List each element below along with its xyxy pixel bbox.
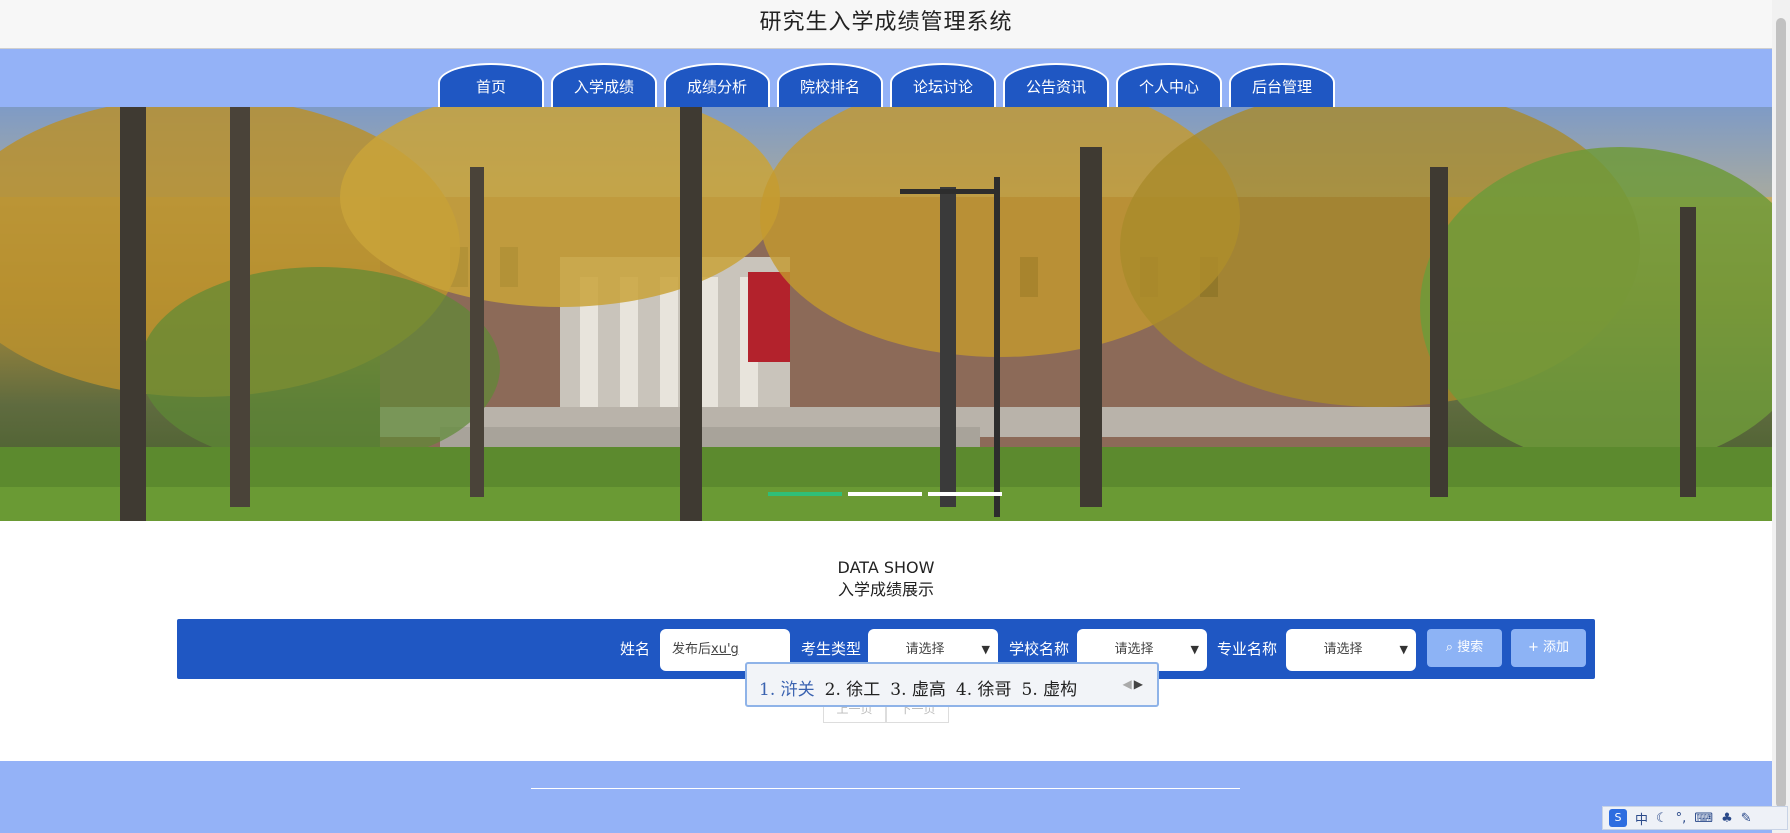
school-select-value: 请选择 (1114, 642, 1154, 657)
nav-tabs: 首页 入学成绩 成绩分析 院校排名 论坛讨论 公告资讯 个人中心 后台管理 (438, 63, 1335, 107)
ime-next-page-icon[interactable]: ▶ (1134, 677, 1143, 691)
add-button-label: 添加 (1543, 640, 1570, 655)
ime-candidate-list: 1. 浒关 2. 徐工 3. 虚高 4. 徐哥 5. 虚构 (759, 675, 1077, 700)
punctuation-icon[interactable]: °, (1676, 811, 1687, 826)
nav-tab-score-analysis[interactable]: 成绩分析 (664, 63, 770, 107)
exam-type-label: 考生类型 (801, 640, 862, 658)
chevron-down-icon: ▼ (1399, 643, 1408, 656)
search-button-label: 搜索 (1457, 640, 1484, 655)
chevron-down-icon: ▼ (1190, 643, 1199, 656)
ime-candidate-1[interactable]: 1. 浒关 (759, 675, 815, 700)
carousel-dot-1[interactable] (768, 492, 842, 496)
ime-candidate-popup: 1. 浒关 2. 徐工 3. 虚高 4. 徐哥 5. 虚构 ◀ ▶ (745, 662, 1159, 707)
ime-candidate-4[interactable]: 4. 徐哥 (956, 675, 1012, 700)
ime-page-arrows: ◀ ▶ (1121, 677, 1143, 691)
name-label: 姓名 (620, 640, 651, 658)
section-title-en: DATA SHOW (837, 558, 935, 577)
section-title-cn: 入学成绩展示 (837, 580, 934, 599)
ime-candidate-2[interactable]: 2. 徐工 (825, 675, 881, 700)
carousel-dot-2[interactable] (848, 492, 922, 496)
nav-tab-admin[interactable]: 后台管理 (1229, 63, 1335, 107)
nav-tab-school-ranking[interactable]: 院校排名 (777, 63, 883, 107)
ime-prev-page-icon[interactable]: ◀ (1123, 677, 1132, 691)
plus-icon: + (1527, 640, 1539, 655)
footer-divider (531, 788, 1240, 789)
major-select[interactable]: 请选择 ▼ (1286, 629, 1416, 671)
major-label: 专业名称 (1217, 640, 1278, 658)
name-input-value: 发布后 (672, 642, 712, 657)
ime-logo-icon[interactable]: S (1609, 809, 1627, 827)
ime-mode-toggle[interactable]: 中 (1635, 809, 1648, 828)
nav-tab-forum[interactable]: 论坛讨论 (890, 63, 996, 107)
banner-image (0, 107, 1772, 521)
search-button[interactable]: ⌕ 搜索 (1427, 629, 1502, 667)
navbar: 首页 入学成绩 成绩分析 院校排名 论坛讨论 公告资讯 个人中心 后台管理 (0, 49, 1772, 107)
nav-tab-news[interactable]: 公告资讯 (1003, 63, 1109, 107)
nav-tab-home[interactable]: 首页 (438, 63, 544, 107)
header: 研究生入学成绩管理系统 (0, 0, 1772, 49)
skin-icon[interactable]: ♣ (1721, 811, 1733, 826)
search-icon: ⌕ (1445, 640, 1454, 655)
carousel-indicators (768, 492, 1002, 496)
banner-carousel[interactable] (0, 107, 1772, 521)
ime-toolbar: S 中 ☾ °, ⌨ ♣ ✎ (1602, 806, 1788, 830)
nav-tab-personal-center[interactable]: 个人中心 (1116, 63, 1222, 107)
exam-type-select-value: 请选择 (905, 642, 945, 657)
nav-tab-admission-scores[interactable]: 入学成绩 (551, 63, 657, 107)
school-label: 学校名称 (1009, 640, 1070, 658)
moon-icon[interactable]: ☾ (1656, 811, 1668, 826)
carousel-dot-3[interactable] (928, 492, 1002, 496)
site-title: 研究生入学成绩管理系统 (759, 10, 1013, 35)
name-input-ime-composition: xu'g (711, 642, 739, 657)
page-scrollbar[interactable] (1772, 0, 1790, 833)
footer (0, 761, 1772, 833)
major-select-value: 请选择 (1323, 642, 1363, 657)
section-title: DATA SHOW 入学成绩展示 (0, 557, 1772, 601)
add-button[interactable]: + 添加 (1511, 629, 1586, 667)
ime-candidate-3[interactable]: 3. 虚高 (890, 675, 946, 700)
scrollbar-thumb[interactable] (1776, 18, 1786, 808)
keyboard-icon[interactable]: ⌨ (1694, 811, 1713, 826)
wrench-icon[interactable]: ✎ (1741, 811, 1752, 826)
ime-candidate-5[interactable]: 5. 虚构 (1022, 675, 1078, 700)
